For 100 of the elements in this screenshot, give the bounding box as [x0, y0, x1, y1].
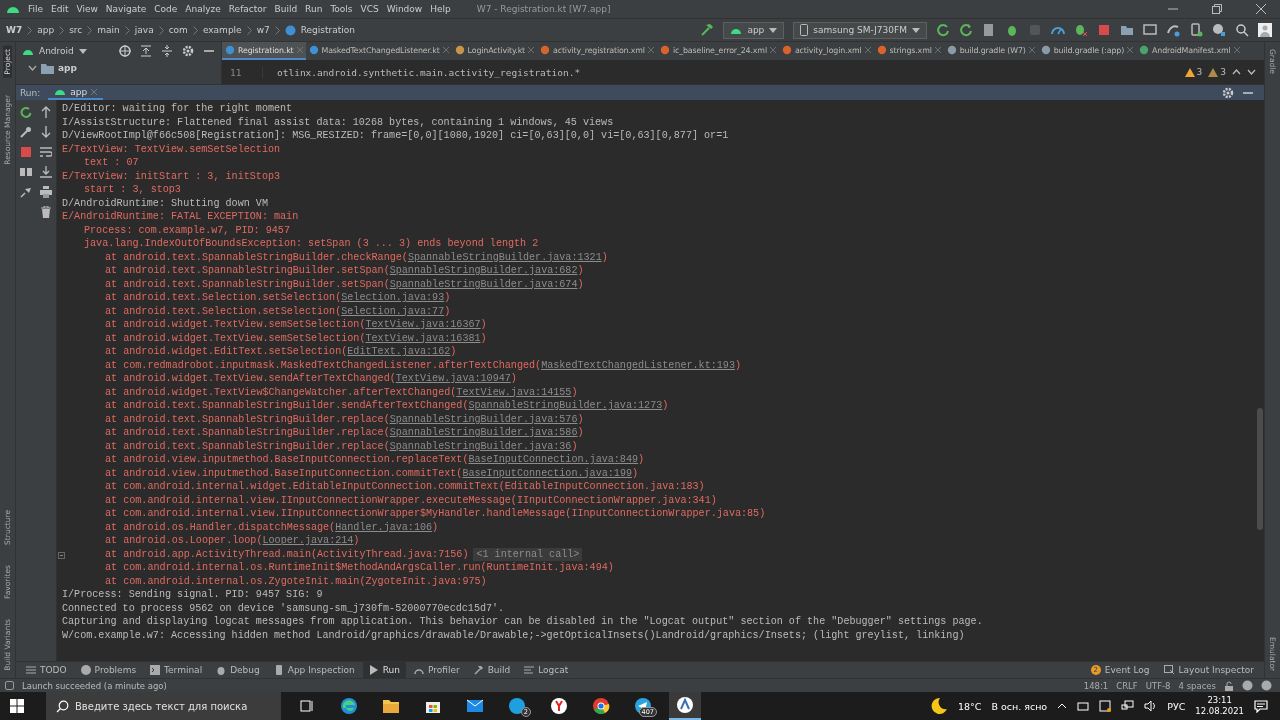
tool-window-tab[interactable]: Debug	[210, 662, 266, 678]
soft-wrap-icon[interactable]	[40, 146, 52, 158]
source-link[interactable]: EditText.java:162	[347, 346, 451, 357]
internal-call-fold[interactable]: <1 internal call>	[473, 547, 583, 561]
temperature[interactable]: 18°C	[957, 700, 982, 712]
breadcrumb-item[interactable]: Registration	[300, 25, 355, 35]
source-link[interactable]: SpannableStringBuilder.java:1321	[407, 251, 602, 263]
breadcrumb-item[interactable]: java	[134, 25, 154, 35]
restore-icon[interactable]	[1212, 4, 1222, 14]
menu-item[interactable]: Tools	[330, 4, 353, 14]
rerun-icon[interactable]	[20, 106, 32, 118]
breadcrumb-item[interactable]: main	[97, 25, 120, 35]
notifications-icon[interactable]	[1254, 699, 1268, 713]
bug-icon[interactable]	[1005, 23, 1019, 37]
source-link[interactable]: Selection.java:77	[341, 305, 445, 317]
document-icon[interactable]	[982, 23, 996, 37]
monitor-icon[interactable]	[1143, 23, 1157, 37]
caret-up-icon[interactable]	[1057, 703, 1068, 709]
stop-icon[interactable]	[20, 146, 32, 158]
layout-icon[interactable]	[20, 166, 32, 178]
source-link[interactable]: Looper.java:214	[262, 535, 354, 546]
device-dropdown[interactable]: samsung SM-J730FM	[793, 21, 927, 39]
fold-icon[interactable]	[58, 551, 65, 559]
breadcrumb-item[interactable]: app	[37, 25, 55, 35]
folder-icon[interactable]	[1120, 23, 1134, 37]
menu-item[interactable]: Run	[305, 4, 323, 14]
source-link[interactable]: BaseInputConnection.java:199	[462, 467, 632, 479]
up-arrow-icon[interactable]	[40, 106, 52, 118]
file-encoding[interactable]: UTF-8	[1145, 680, 1171, 691]
clock-time[interactable]: 23:11	[1207, 695, 1232, 706]
pin-icon[interactable]	[20, 186, 32, 198]
device-manager-icon[interactable]	[1189, 23, 1203, 37]
settings-icon[interactable]	[182, 45, 194, 57]
project-view-dropdown[interactable]: Android	[22, 46, 87, 56]
trash-icon[interactable]	[40, 206, 52, 218]
status-icon[interactable]	[5, 681, 14, 690]
tool-window-tab[interactable]: Problems	[74, 662, 143, 678]
source-link[interactable]: SpannableStringBuilder.java:1273	[468, 400, 663, 411]
tool-window-tab[interactable]: Run	[362, 662, 406, 678]
scrollbar-thumb[interactable]	[1257, 408, 1263, 530]
source-link[interactable]: MaskedTextChangedListener.kt:193	[541, 359, 735, 371]
cursor-position[interactable]: 148:1	[1083, 680, 1109, 691]
tree-item[interactable]: app	[58, 63, 77, 73]
source-link[interactable]: Selection.java:93	[341, 292, 445, 303]
source-link[interactable]: Handler.java:106	[335, 521, 433, 533]
tool-window-tab[interactable]: Build	[467, 662, 517, 678]
tool-window-tab[interactable]: Terminal	[144, 662, 209, 678]
lock-icon[interactable]	[1224, 680, 1234, 691]
menu-item[interactable]: Analyze	[185, 4, 221, 14]
print-icon[interactable]	[40, 186, 52, 198]
source-link[interactable]: TextView.java:14155	[456, 386, 572, 398]
wrench-icon[interactable]	[20, 126, 32, 138]
menu-item[interactable]: Edit	[51, 4, 69, 14]
source-link[interactable]: TextView.java:16367	[365, 319, 481, 330]
down-arrow-icon[interactable]	[40, 126, 52, 138]
source-link[interactable]: BaseInputConnection.java:849	[468, 454, 639, 465]
windows-start-icon[interactable]	[10, 699, 24, 713]
menu-item[interactable]: Window	[386, 4, 423, 14]
source-link[interactable]: SpannableStringBuilder.java:576	[389, 413, 578, 425]
close-icon[interactable]	[1256, 4, 1266, 14]
settings-icon[interactable]	[1222, 86, 1234, 99]
search-icon[interactable]	[1235, 23, 1249, 37]
volume-icon[interactable]	[1144, 700, 1158, 712]
tool-window-tab[interactable]: App Inspection	[267, 662, 361, 678]
tool-window-tab[interactable]: Logcat	[518, 662, 575, 678]
collapse-all-icon[interactable]	[161, 45, 173, 57]
breadcrumb-item[interactable]: example	[202, 25, 242, 35]
source-link[interactable]: SpannableStringBuilder.java:36	[389, 440, 572, 452]
breadcrumb-item[interactable]: W7	[6, 25, 23, 35]
breadcrumb-item[interactable]: com	[168, 25, 188, 35]
menu-item[interactable]: Help	[430, 4, 451, 14]
breadcrumb-item[interactable]: w7	[256, 25, 270, 35]
tray-app-icon[interactable]	[1099, 700, 1112, 712]
source-link[interactable]: SpannableStringBuilder.java:674	[389, 278, 578, 290]
run-config-dropdown[interactable]: app	[723, 21, 785, 39]
source-link[interactable]: TextView.java:10947	[395, 373, 511, 384]
source-link[interactable]: SpannableStringBuilder.java:682	[389, 265, 578, 276]
hammer-icon[interactable]	[700, 23, 715, 37]
network-icon[interactable]	[1121, 700, 1135, 712]
indent-setting[interactable]: 4 spaces	[1178, 680, 1216, 691]
tool-window-tab[interactable]: TODO	[20, 662, 73, 678]
weather-text[interactable]: В осн. ясно	[991, 700, 1048, 712]
menu-item[interactable]: VCS	[360, 4, 379, 14]
target-icon[interactable]	[119, 45, 131, 57]
taskbar-app[interactable]	[669, 692, 701, 720]
rerun-icon[interactable]	[936, 23, 950, 37]
clock-date[interactable]: 12.08.2021	[1195, 706, 1244, 717]
line-ending[interactable]: CRLF	[1116, 680, 1138, 691]
source-link[interactable]: SpannableStringBuilder.java:586	[389, 427, 578, 438]
language-indicator[interactable]: РУС	[1167, 700, 1186, 712]
menu-item[interactable]: Navigate	[105, 4, 147, 14]
tool-window-tab[interactable]: Profiler	[407, 662, 466, 678]
sdk-manager-icon[interactable]	[1212, 23, 1226, 37]
apply-changes-icon[interactable]	[959, 23, 973, 37]
menu-item[interactable]: Build	[274, 4, 298, 14]
attach-debugger-icon[interactable]	[1074, 23, 1088, 37]
stop-icon[interactable]	[1097, 23, 1111, 37]
breadcrumb-item[interactable]: src	[69, 25, 83, 35]
scroll-to-end-icon[interactable]	[40, 166, 52, 178]
expand-all-icon[interactable]	[140, 45, 152, 57]
